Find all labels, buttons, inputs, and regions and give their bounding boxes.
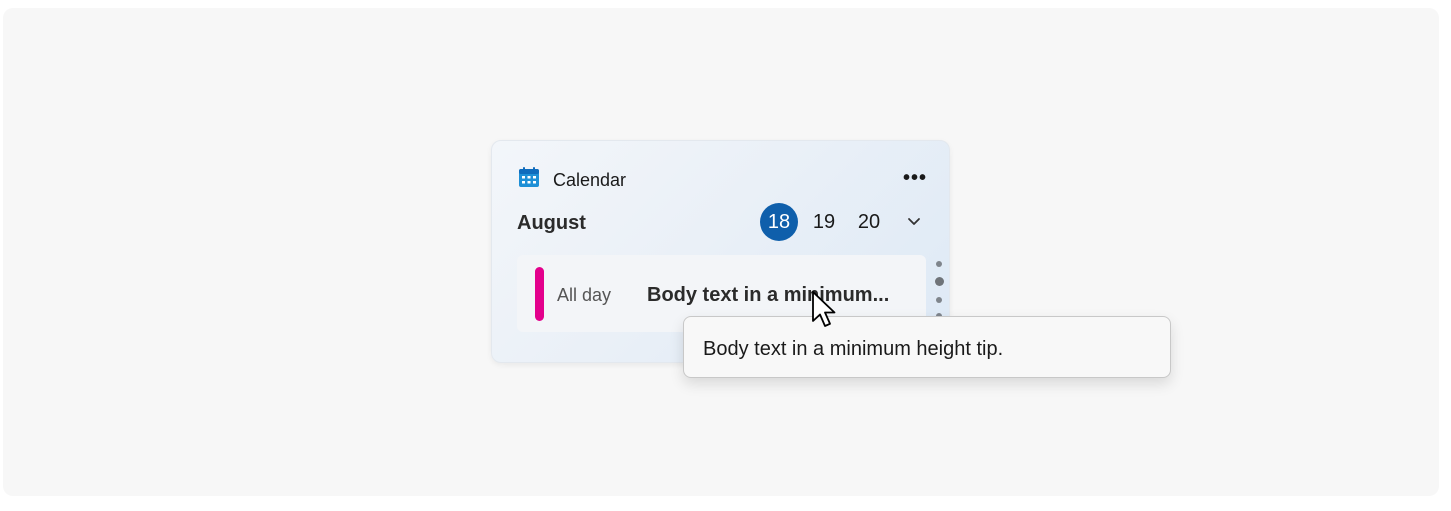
pager-dot-active [935, 277, 944, 286]
event-color-bar [535, 267, 544, 321]
widget-title: Calendar [553, 170, 627, 190]
event-time: All day [557, 285, 612, 305]
pager-dot [936, 297, 942, 303]
more-horizontal-icon: ••• [902, 166, 927, 189]
pager-indicator[interactable] [933, 259, 945, 319]
event-title: Body text in a minimum... [647, 284, 890, 306]
calendar-icon [518, 166, 540, 188]
tooltip: Body text in a minimum height tip. [683, 316, 1171, 378]
more-options-button[interactable]: ••• [900, 166, 930, 190]
day-20-button[interactable]: 20 [850, 203, 888, 241]
pager-dot [936, 261, 942, 267]
day-19-button[interactable]: 19 [805, 203, 843, 241]
day-18-button[interactable]: 18 [760, 203, 798, 241]
month-label: August [517, 212, 586, 234]
tooltip-text: Body text in a minimum height tip. [703, 338, 1004, 360]
chevron-down-icon[interactable] [902, 209, 926, 233]
